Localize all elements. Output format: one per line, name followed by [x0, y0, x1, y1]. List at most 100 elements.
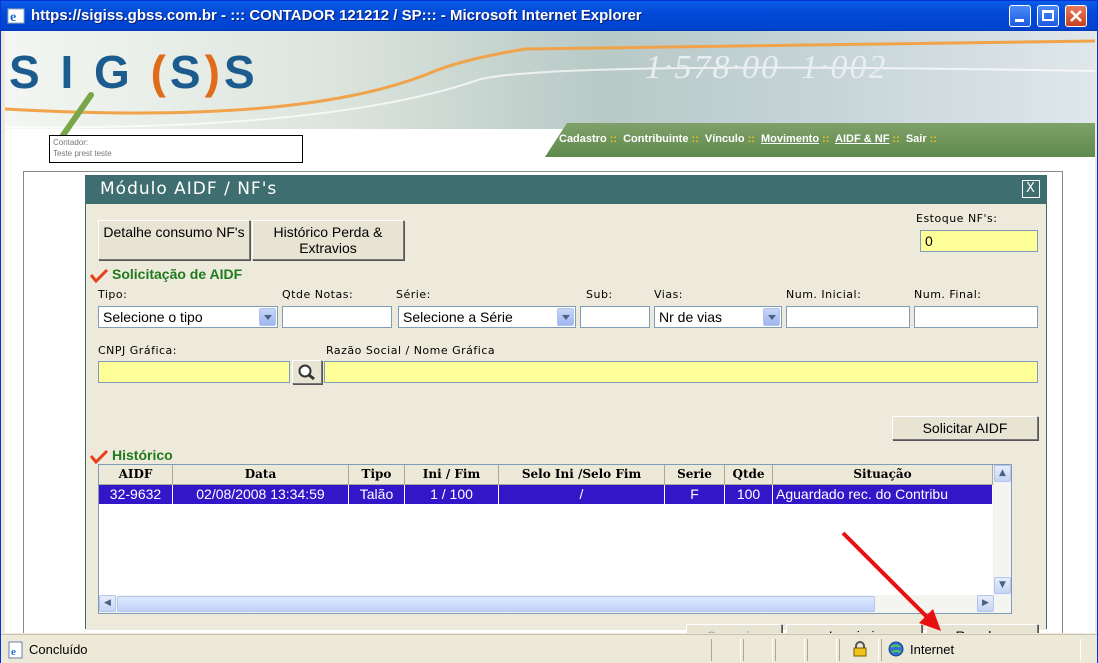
- close-icon: X: [1026, 181, 1036, 196]
- contador-label: Contador:: [53, 138, 89, 147]
- razao-social-input[interactable]: [324, 361, 1038, 383]
- window-title: https://sigiss.gbss.com.br - ::: CONTADO…: [31, 7, 642, 24]
- scroll-down-icon[interactable]: ▼: [994, 577, 1011, 594]
- cancelar-button[interactable]: Cancelar: [686, 624, 782, 633]
- close-icon: [1070, 10, 1082, 22]
- num-final-input[interactable]: [914, 306, 1038, 328]
- scroll-right-icon[interactable]: ▶: [977, 595, 994, 612]
- chevron-down-icon: [557, 308, 574, 326]
- historico-perda-button[interactable]: Histórico Perda & Extravios: [252, 220, 404, 260]
- svg-text:e: e: [10, 10, 16, 25]
- close-window-button[interactable]: [1065, 5, 1087, 27]
- chevron-down-icon: [259, 308, 276, 326]
- estoque-label: Estoque NF's:: [916, 212, 998, 225]
- browser-window: e https://sigiss.gbss.com.br - ::: CONTA…: [0, 0, 1098, 663]
- col-aidf[interactable]: AIDF: [99, 465, 173, 485]
- col-selo[interactable]: Selo Ini /Selo Fim: [499, 465, 665, 485]
- search-button[interactable]: [292, 360, 322, 384]
- modal-title-bar: Módulo AIDF / NF's X: [86, 176, 1046, 204]
- estoque-field[interactable]: 0: [920, 230, 1038, 252]
- sub-input[interactable]: [580, 306, 650, 328]
- scroll-up-icon[interactable]: ▲: [994, 465, 1011, 482]
- cell-situacao: Aguardado rec. do Contribu: [773, 485, 993, 504]
- menu-item-contribuinte[interactable]: Contribuinte: [623, 133, 688, 145]
- checkmark-icon: [90, 269, 108, 283]
- col-ini-fim[interactable]: Ini / Fim: [405, 465, 499, 485]
- contador-box: Contador: Teste prest teste: [49, 135, 303, 163]
- cell-tipo: Talão: [349, 485, 405, 504]
- menu-item-aidf-nf[interactable]: AIDF & NF: [835, 133, 889, 145]
- col-situacao[interactable]: Situação: [773, 465, 993, 485]
- qtde-notas-input[interactable]: [282, 306, 392, 328]
- num-inicial-label: Num. Inicial:: [786, 288, 862, 301]
- status-cell: [775, 639, 805, 661]
- status-cell: [711, 639, 741, 661]
- title-bar: e https://sigiss.gbss.com.br - ::: CONTA…: [1, 1, 1097, 31]
- cell-aidf: 32-9632: [99, 485, 173, 504]
- menu-item-sair[interactable]: Sair: [906, 133, 927, 145]
- aidf-modal: Módulo AIDF / NF's X Detalhe consumo NF'…: [85, 175, 1047, 633]
- chevron-down-icon: [763, 308, 780, 326]
- site-banner: S I G (S)S 1·578·00 1·002 Cadastro:: Con…: [5, 31, 1095, 171]
- main-menu: Cadastro:: Contribuinte:: Vínculo:: Movi…: [545, 123, 1095, 157]
- vertical-scrollbar[interactable]: ▲ ▼: [993, 465, 1011, 595]
- tipo-select[interactable]: Selecione o tipo: [98, 306, 278, 328]
- scroll-left-icon[interactable]: ◀: [99, 595, 116, 612]
- serie-select-value: Selecione a Série: [403, 309, 513, 325]
- cell-data: 02/08/2008 13:34:59: [173, 485, 349, 504]
- ie-icon: e: [7, 8, 25, 25]
- col-serie[interactable]: Serie: [665, 465, 725, 485]
- menu-item-movimento[interactable]: Movimento: [761, 133, 819, 145]
- zone-cell: Internet: [881, 639, 1081, 661]
- zone-label: Internet: [910, 642, 955, 657]
- page-content: S I G (S)S 1·578·00 1·002 Cadastro:: Con…: [5, 31, 1095, 633]
- num-final-label: Num. Final:: [914, 288, 982, 301]
- section-historico: Histórico: [112, 447, 173, 463]
- section-solicitacao: Solicitação de AIDF: [112, 266, 243, 282]
- menu-item-cadastro[interactable]: Cadastro: [559, 133, 607, 145]
- maximize-button[interactable]: [1037, 5, 1059, 27]
- sub-label: Sub:: [586, 288, 613, 301]
- modal-close-button[interactable]: X: [1022, 180, 1040, 198]
- status-bar: e Concluído Internet: [1, 634, 1097, 663]
- table-row[interactable]: 32-9632 02/08/2008 13:34:59 Talão 1 / 10…: [99, 485, 993, 504]
- lock-icon: [853, 641, 867, 657]
- num-inicial-input[interactable]: [786, 306, 910, 328]
- scroll-thumb[interactable]: [117, 596, 875, 612]
- status-cell: [839, 639, 879, 661]
- cell-serie: F: [665, 485, 725, 504]
- contador-value: Teste prest teste: [53, 149, 112, 158]
- modal-title: Módulo AIDF / NF's: [100, 179, 278, 199]
- status-text: Concluído: [29, 642, 88, 657]
- receber-button[interactable]: Receber: [926, 624, 1038, 633]
- menu-item-vinculo[interactable]: Vínculo: [705, 133, 745, 145]
- cell-qtde: 100: [725, 485, 773, 504]
- imprimir-button[interactable]: Imprimir: [786, 624, 922, 633]
- vias-label: Vias:: [654, 288, 684, 301]
- cnpj-label: CNPJ Gráfica:: [98, 344, 177, 357]
- col-qtde[interactable]: Qtde: [725, 465, 773, 485]
- cell-ini-fim: 1 / 100: [405, 485, 499, 504]
- detalhe-consumo-button[interactable]: Detalhe consumo NF's: [98, 220, 250, 260]
- horizontal-scrollbar[interactable]: ◀ ▶: [99, 595, 1011, 613]
- historico-table: AIDF Data Tipo Ini / Fim Selo Ini /Selo …: [98, 464, 1012, 614]
- status-cell: [743, 639, 773, 661]
- cell-selo: /: [499, 485, 665, 504]
- svg-text:e: e: [11, 646, 16, 658]
- serie-select[interactable]: Selecione a Série: [398, 306, 576, 328]
- minimize-button[interactable]: [1009, 5, 1031, 27]
- razao-social-label: Razão Social / Nome Gráfica: [326, 344, 496, 357]
- modal-body: Detalhe consumo NF's Histórico Perda & E…: [86, 204, 1046, 633]
- vias-select[interactable]: Nr de vias: [654, 306, 782, 328]
- tipo-select-value: Selecione o tipo: [103, 309, 203, 325]
- cnpj-input[interactable]: [98, 361, 290, 383]
- checkmark-icon: [90, 450, 108, 464]
- table-header: AIDF Data Tipo Ini / Fim Selo Ini /Selo …: [99, 465, 993, 485]
- decorative-numbers: 1·578·00 1·002: [645, 49, 888, 86]
- globe-icon: [888, 641, 904, 657]
- vias-select-value: Nr de vias: [659, 309, 723, 325]
- solicitar-aidf-button[interactable]: Solicitar AIDF: [892, 416, 1038, 440]
- col-tipo[interactable]: Tipo: [349, 465, 405, 485]
- col-data[interactable]: Data: [173, 465, 349, 485]
- search-icon: [298, 364, 315, 381]
